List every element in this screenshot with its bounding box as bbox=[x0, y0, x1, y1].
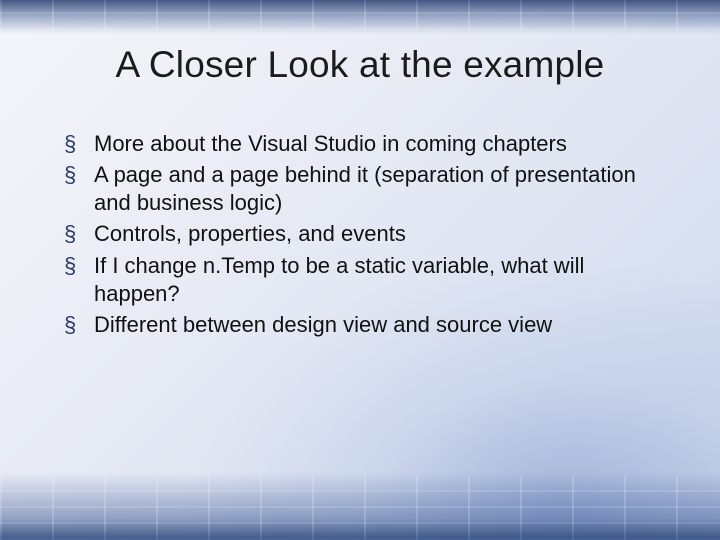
bullet-item: A page and a page behind it (separation … bbox=[64, 161, 664, 217]
bullet-item: Different between design view and source… bbox=[64, 311, 664, 339]
bullet-list: More about the Visual Studio in coming c… bbox=[56, 130, 664, 339]
bullet-item: More about the Visual Studio in coming c… bbox=[64, 130, 664, 158]
bullet-item: Controls, properties, and events bbox=[64, 220, 664, 248]
slide-title: A Closer Look at the example bbox=[56, 44, 664, 86]
bullet-item: If I change n.Temp to be a static variab… bbox=[64, 252, 664, 308]
slide: A Closer Look at the example More about … bbox=[0, 0, 720, 540]
